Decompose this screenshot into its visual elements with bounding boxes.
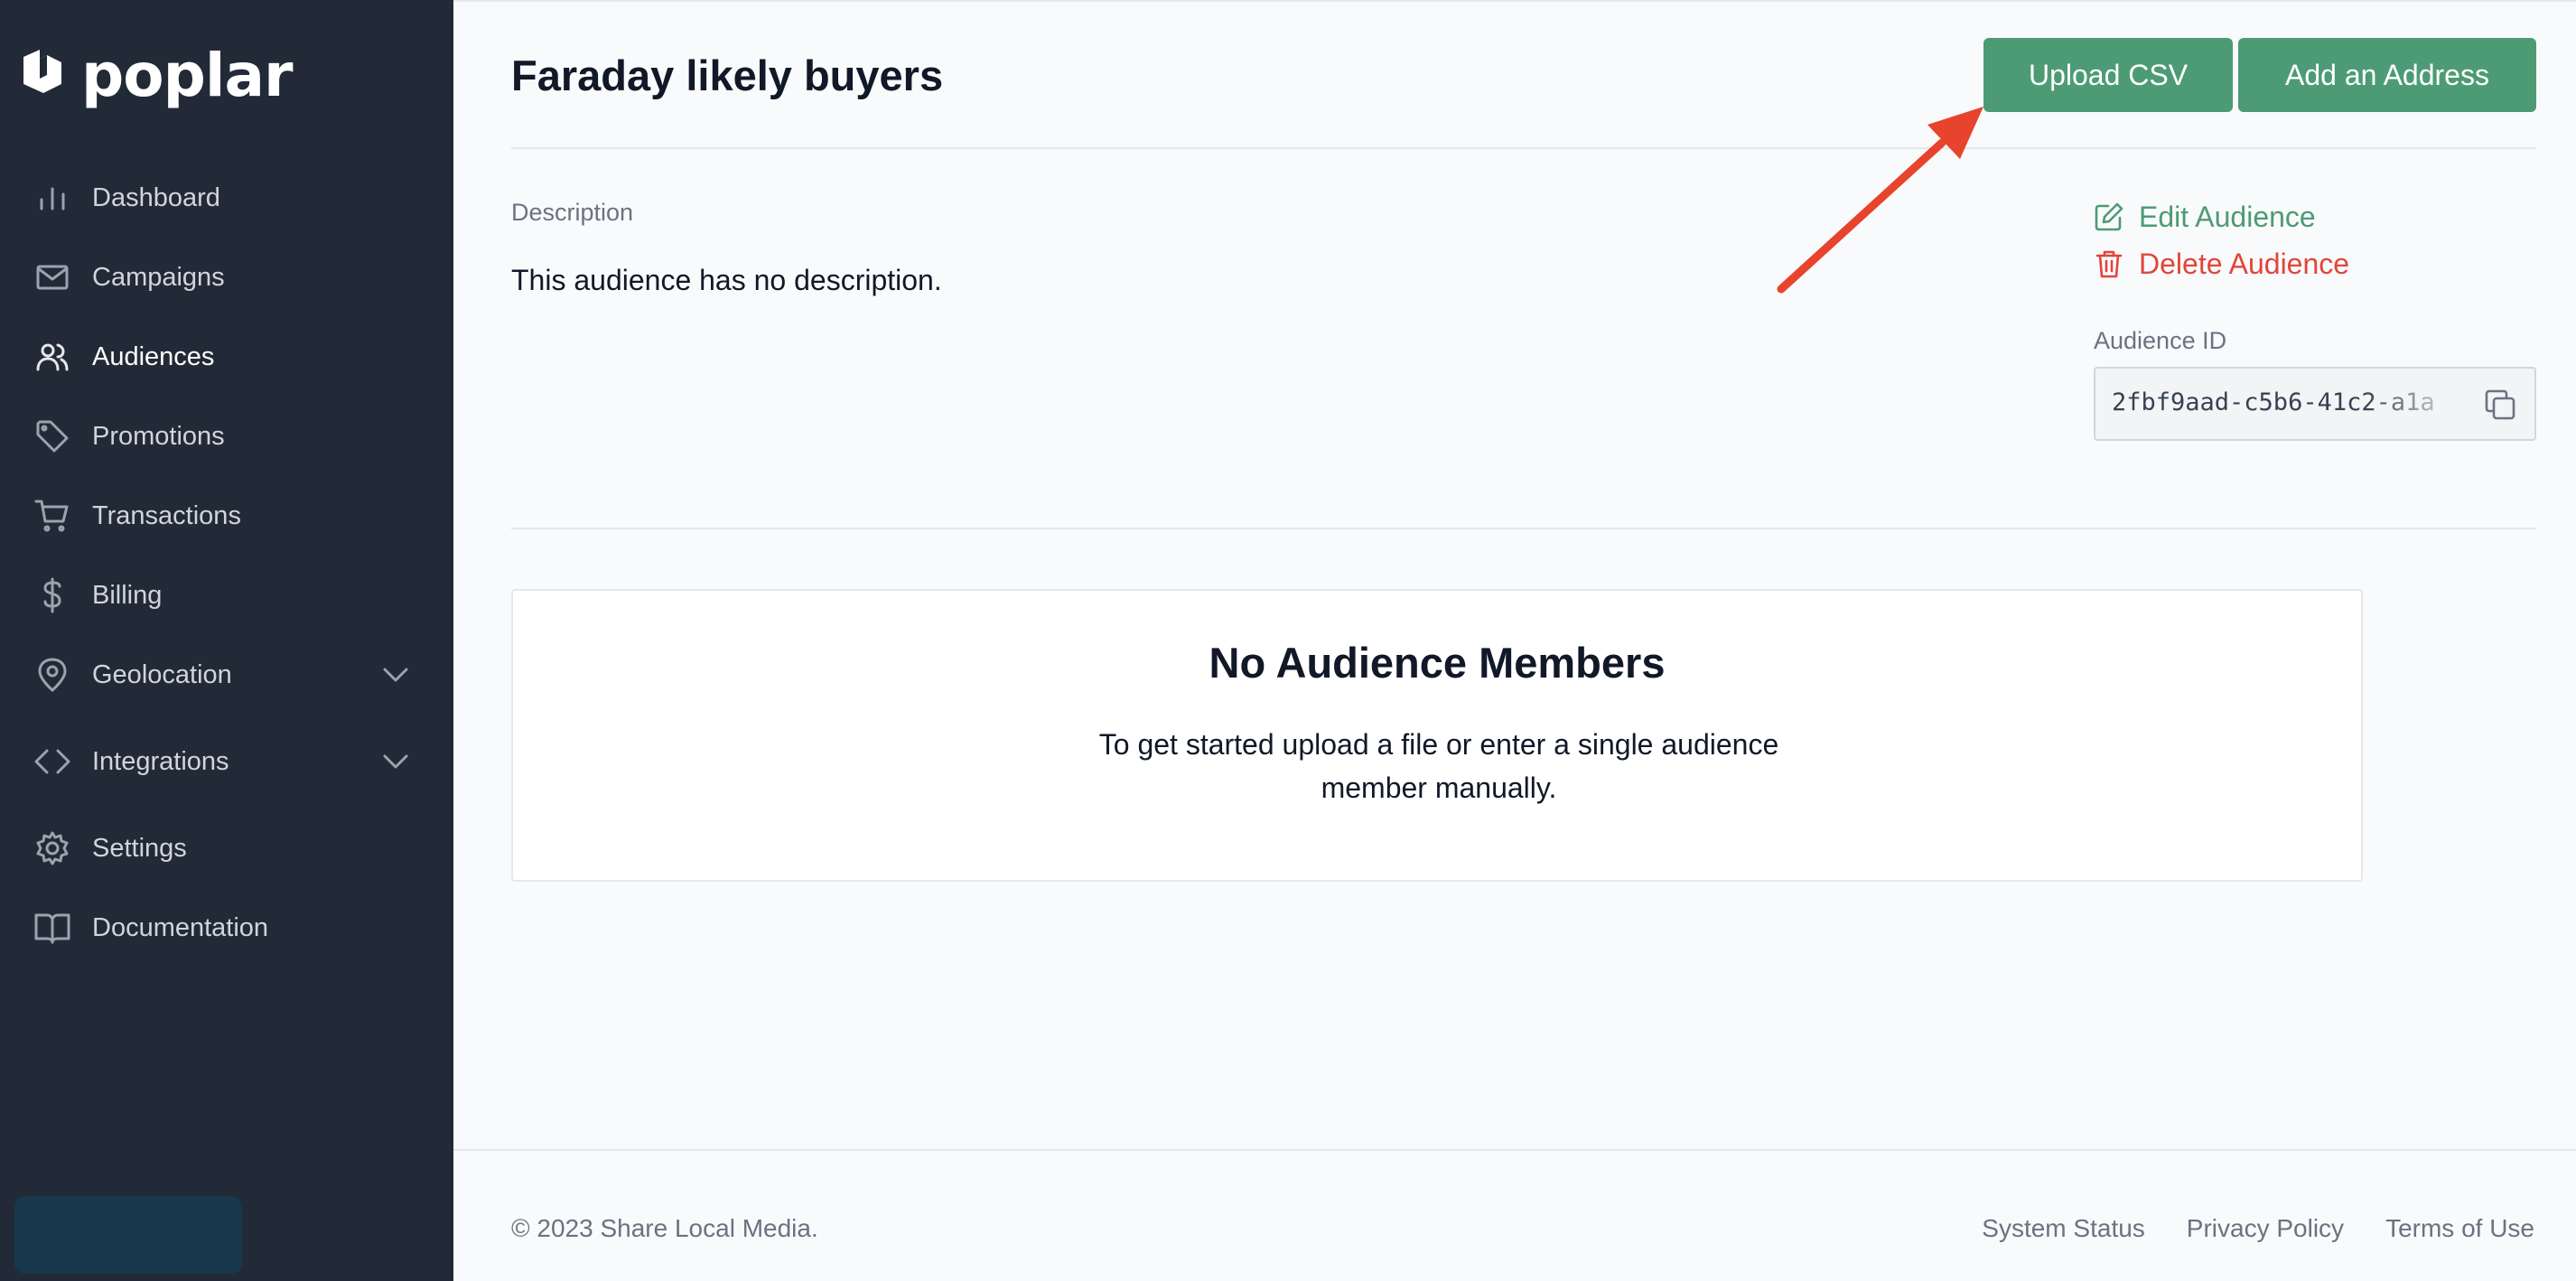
page-title: Faraday likely buyers <box>511 51 944 99</box>
sidebar-item-audiences[interactable]: Audiences <box>0 330 453 384</box>
footer-divider <box>453 1149 2576 1151</box>
sidebar-item-label: Promotions <box>92 421 225 451</box>
sidebar-item-geolocation[interactable]: Geolocation <box>0 648 453 702</box>
upload-csv-button[interactable]: Upload CSV <box>1983 38 2233 112</box>
sidebar-item-label: Transactions <box>92 500 241 530</box>
header-divider <box>511 147 2536 149</box>
sidebar-item-label: Geolocation <box>92 659 232 689</box>
footer-links: System Status Privacy Policy Terms of Us… <box>1982 1214 2534 1243</box>
chevron-down-icon[interactable] <box>378 743 414 780</box>
dollar-icon <box>34 577 70 613</box>
sidebar-item-label: Audiences <box>92 341 215 371</box>
description-label: Description <box>511 199 634 226</box>
gear-icon <box>34 830 70 866</box>
sidebar-item-label: Settings <box>92 833 187 863</box>
sidebar-item-transactions[interactable]: Transactions <box>0 489 453 543</box>
system-status-link[interactable]: System Status <box>1982 1214 2145 1243</box>
trash-icon <box>2095 250 2123 278</box>
code-icon <box>34 743 70 780</box>
sidebar-item-label: Integrations <box>92 746 229 776</box>
sidebar-item-settings[interactable]: Settings <box>0 821 453 875</box>
users-icon <box>34 339 70 375</box>
audience-id-label: Audience ID <box>2094 327 2227 354</box>
footer-copyright: © 2023 Share Local Media. <box>511 1214 818 1242</box>
sidebar-item-campaigns[interactable]: Campaigns <box>0 250 453 304</box>
bar-chart-icon <box>34 180 70 216</box>
empty-state-text: To get started upload a file or enter a … <box>1098 728 1779 804</box>
map-pin-icon <box>34 657 70 693</box>
details-divider <box>511 528 2536 529</box>
audience-id-field[interactable]: 2fbf9aad-c5b6-41c2-a1a <box>2094 367 2536 441</box>
sidebar-item-label: Campaigns <box>92 262 225 292</box>
terms-of-use-link[interactable]: Terms of Use <box>2385 1214 2534 1243</box>
chevron-down-icon[interactable] <box>378 657 414 693</box>
edit-audience-link[interactable]: Edit Audience <box>2094 199 2316 235</box>
copy-icon[interactable] <box>2482 387 2518 423</box>
sidebar-bottom-widget[interactable] <box>14 1196 242 1274</box>
sidebar-item-billing[interactable]: Billing <box>0 568 453 622</box>
mail-icon <box>34 259 70 295</box>
tag-icon <box>34 418 70 454</box>
edit-icon <box>2095 202 2123 231</box>
cart-icon <box>34 498 70 534</box>
brand-name: poplar <box>81 40 294 110</box>
poplar-logo[interactable]: poplar <box>20 40 294 110</box>
poplar-logo-icon <box>23 50 61 93</box>
sidebar-item-documentation[interactable]: Documentation <box>0 901 453 955</box>
sidebar-item-integrations[interactable]: Integrations <box>0 734 453 789</box>
add-address-button[interactable]: Add an Address <box>2238 38 2536 112</box>
description-text: This audience has no description. <box>511 264 942 296</box>
delete-audience-label: Delete Audience <box>2139 247 2350 280</box>
privacy-policy-link[interactable]: Privacy Policy <box>2187 1214 2344 1243</box>
sidebar-item-label: Dashboard <box>92 182 220 212</box>
empty-state-title: No Audience Members <box>1209 639 1666 687</box>
empty-state-card: No Audience Members To get started uploa… <box>511 589 2363 882</box>
book-icon <box>34 910 70 946</box>
sidebar: poplar Dashboard Campaigns Audiences Pro… <box>0 0 453 1281</box>
sidebar-item-dashboard[interactable]: Dashboard <box>0 171 453 225</box>
sidebar-item-promotions[interactable]: Promotions <box>0 409 453 463</box>
sidebar-item-label: Billing <box>92 580 163 610</box>
sidebar-item-label: Documentation <box>92 912 269 942</box>
main-content: Faraday likely buyers Upload CSV Add an … <box>453 0 2576 1281</box>
delete-audience-link[interactable]: Delete Audience <box>2094 246 2349 282</box>
edit-audience-label: Edit Audience <box>2139 200 2316 233</box>
